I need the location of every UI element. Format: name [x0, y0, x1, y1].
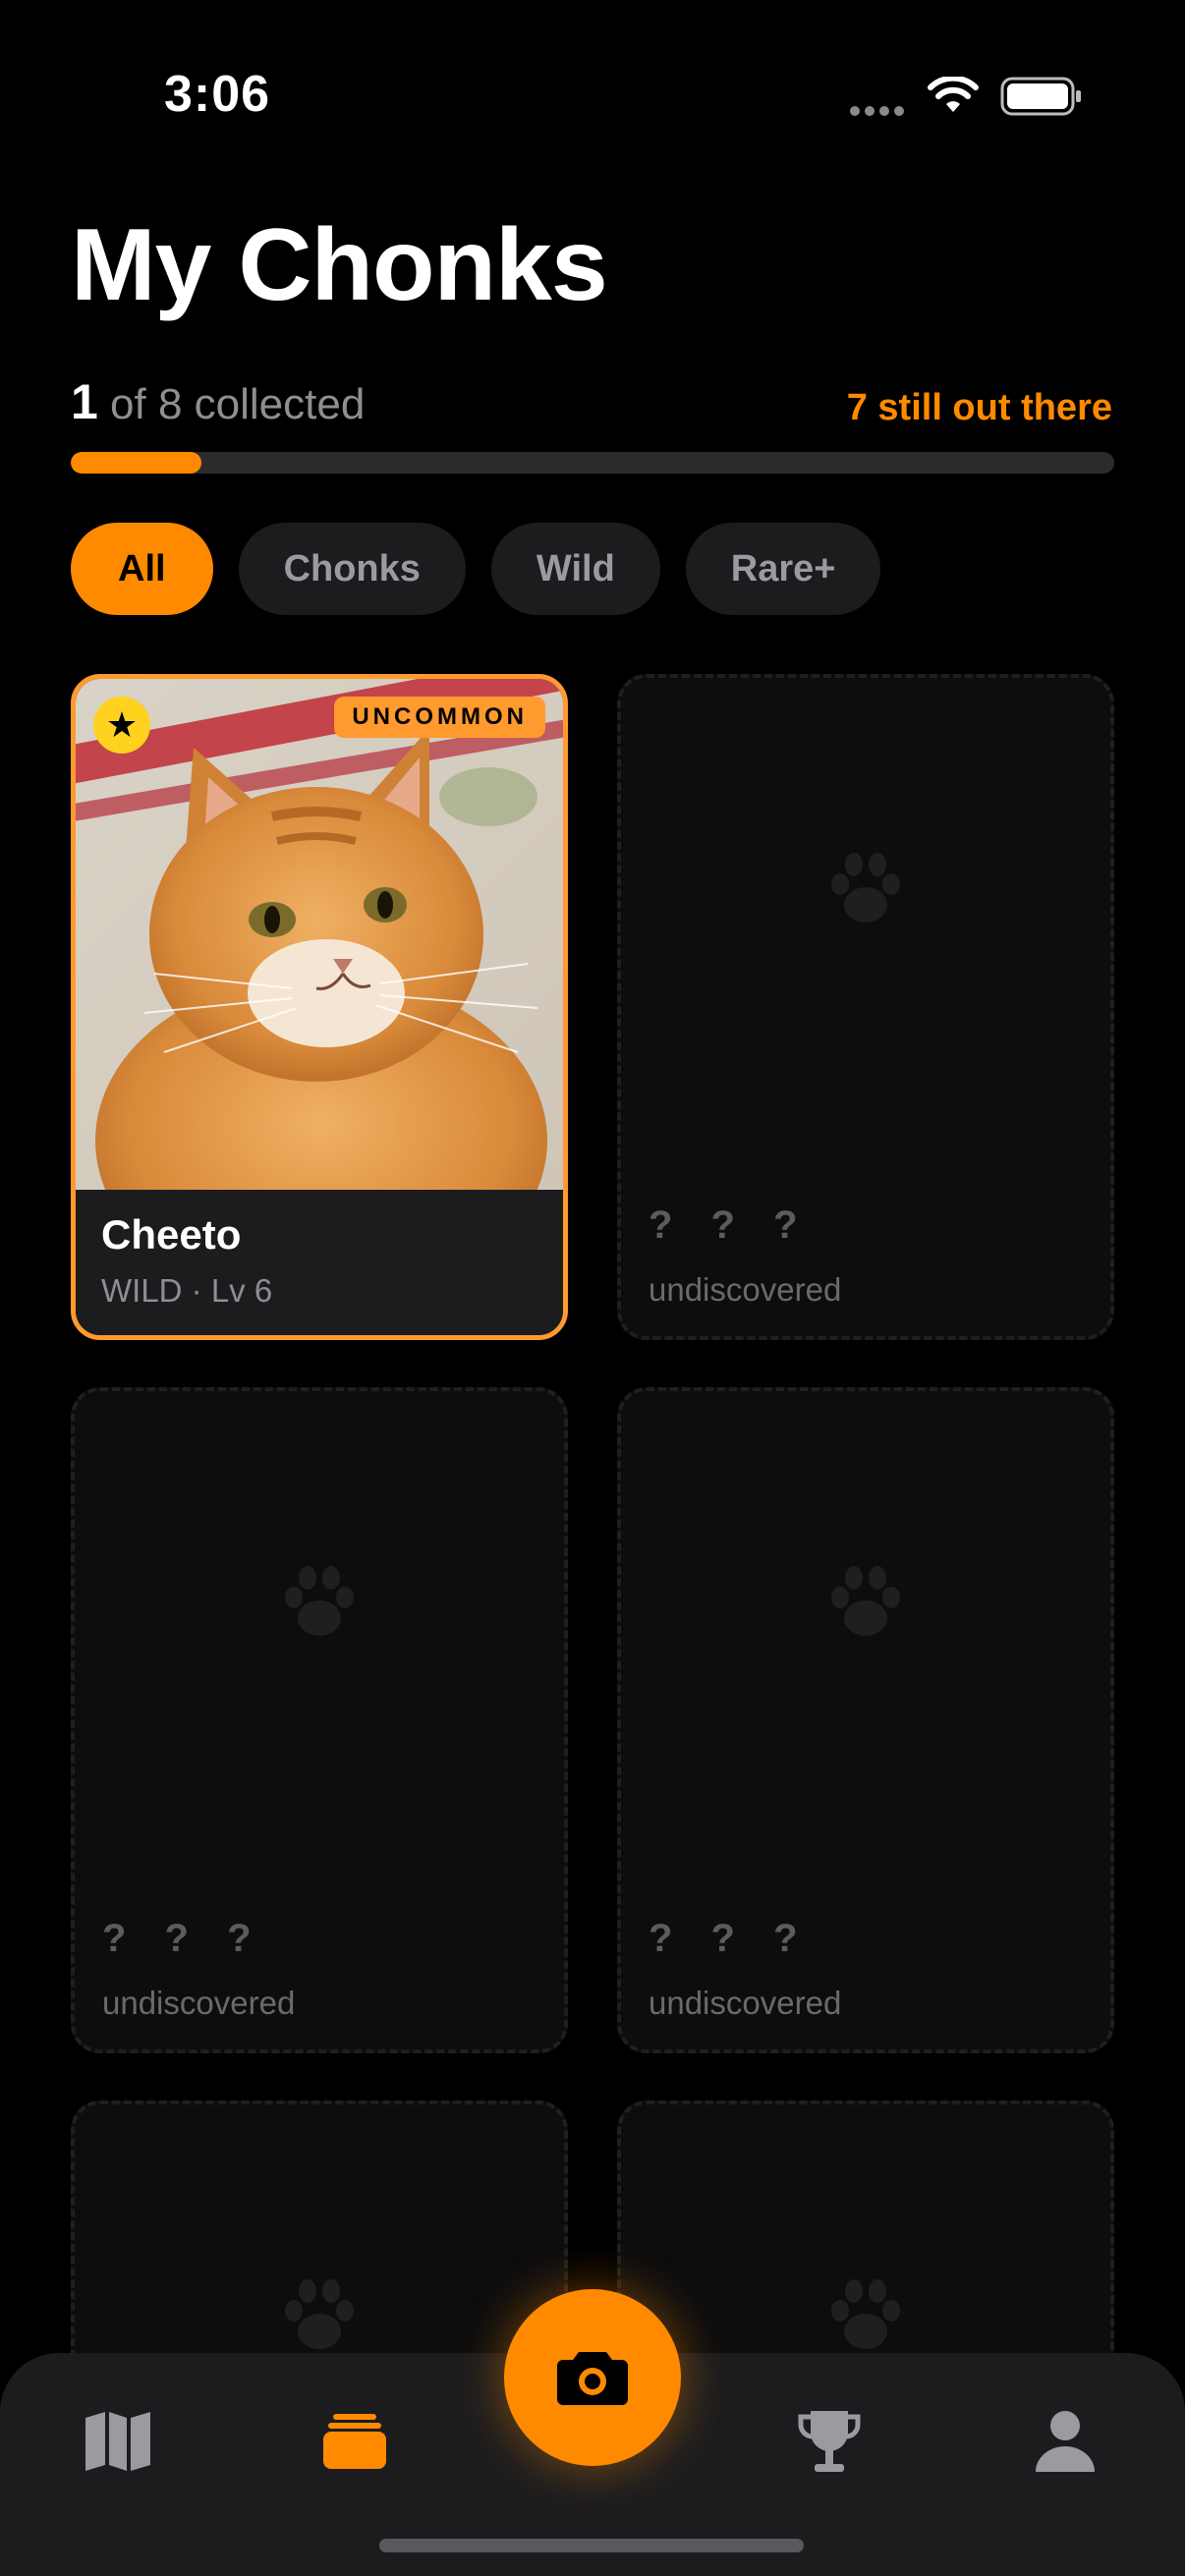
tab-trophies[interactable]	[790, 2402, 869, 2481]
unknown-name: ? ? ?	[649, 1917, 812, 1960]
collection-card-locked[interactable]: ? ? ? undiscovered	[617, 674, 1114, 1340]
tab-collection[interactable]	[315, 2402, 394, 2481]
tab-map[interactable]	[79, 2402, 157, 2481]
collected-count: 1 of 8 collected	[71, 373, 365, 430]
card-subtitle: undiscovered	[649, 1271, 842, 1308]
unknown-name: ? ? ?	[649, 1204, 812, 1247]
paw-icon	[285, 2279, 354, 2349]
collection-progress-bar	[71, 452, 1114, 474]
camera-capture-button[interactable]	[504, 2289, 681, 2466]
wifi-icon	[928, 77, 979, 112]
paw-icon	[285, 1566, 354, 1636]
collected-number: 1	[71, 374, 98, 429]
paw-icon	[831, 2279, 900, 2349]
progress-fill	[71, 452, 201, 474]
paw-icon	[831, 853, 900, 923]
remaining-text: 7 still out there	[846, 387, 1112, 428]
card-subtitle: WILD · Lv 6	[101, 1272, 273, 1309]
page-title: My Chonks	[71, 208, 608, 322]
card-info: Cheeto WILD · Lv 6	[76, 1190, 563, 1335]
home-indicator	[379, 2539, 804, 2552]
map-icon	[85, 2412, 150, 2471]
filter-wild[interactable]: Wild	[490, 523, 660, 615]
unknown-name: ? ? ?	[102, 1917, 265, 1960]
filter-rare-plus[interactable]: Rare+	[685, 523, 881, 615]
filter-chonks[interactable]: Chonks	[238, 523, 466, 615]
card-subtitle: undiscovered	[102, 1985, 296, 2021]
rarity-badge: UNCOMMON	[334, 697, 545, 738]
collection-card-cheeto[interactable]: ★ UNCOMMON Cheeto WILD · Lv 6	[71, 674, 568, 1340]
cat-photo	[76, 679, 563, 1190]
profile-icon	[1036, 2411, 1095, 2472]
collection-card-locked[interactable]: ? ? ? undiscovered	[71, 1387, 568, 2053]
favorite-star-icon[interactable]: ★	[93, 697, 150, 754]
battery-icon	[1000, 77, 1081, 116]
filter-all[interactable]: All	[71, 523, 213, 615]
collection-card-locked[interactable]: ? ? ? undiscovered	[617, 1387, 1114, 2053]
tab-profile[interactable]	[1026, 2402, 1104, 2481]
filter-chips: All Chonks Wild Rare+	[71, 523, 881, 615]
paw-icon	[831, 1566, 900, 1636]
collection-icon	[323, 2414, 386, 2469]
card-subtitle: undiscovered	[649, 1985, 842, 2021]
collected-label: of 8 collected	[97, 380, 366, 428]
trophy-icon	[798, 2411, 861, 2472]
camera-icon	[557, 2352, 628, 2405]
status-time: 3:06	[164, 66, 271, 123]
cellular-signal-icon	[850, 103, 909, 116]
card-name: Cheeto	[101, 1211, 242, 1258]
